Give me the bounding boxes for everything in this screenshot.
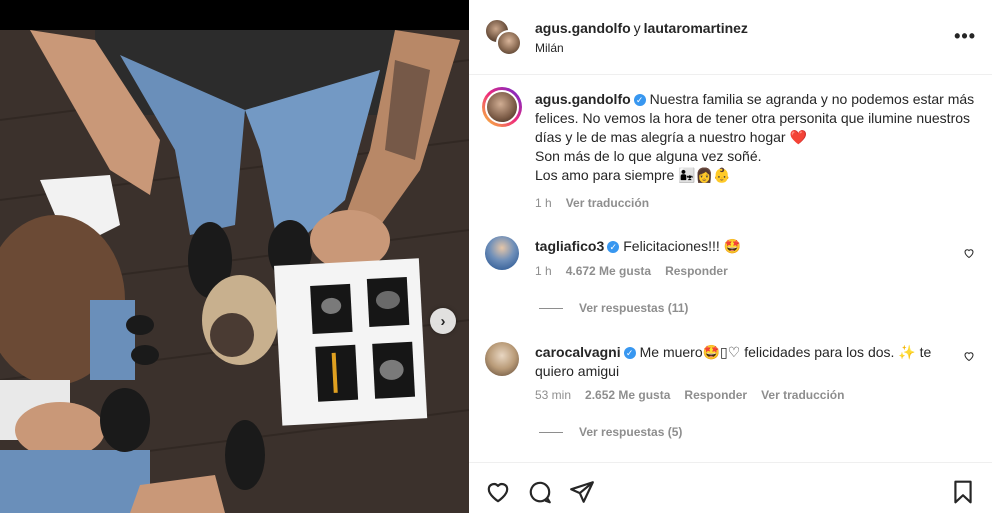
verified-icon: ✓ [633, 94, 646, 106]
header-usernames: agus.gandolfo y lautaromartinez [535, 20, 748, 36]
timestamp[interactable]: 1 h [535, 196, 552, 210]
avatar[interactable] [485, 236, 519, 270]
view-replies-label: Ver respuestas (5) [579, 425, 683, 439]
post-header: agus.gandolfo y lautaromartinez Milán ••• [469, 0, 992, 75]
caption-emojis: 👨‍👧👩👶 [678, 167, 731, 183]
likes-count[interactable]: 2.652 Me gusta [585, 388, 670, 402]
comment-body: Felicitaciones!!! 🤩 [623, 238, 742, 254]
chevron-right-icon: › [440, 312, 446, 330]
reply-button[interactable]: Responder [684, 388, 747, 402]
username-link[interactable]: agus.gandolfo [535, 91, 631, 107]
view-replies-button[interactable]: Ver respuestas (5) [539, 425, 682, 439]
reply-button[interactable]: Responder [665, 264, 728, 278]
post-photo[interactable]: › [0, 0, 469, 513]
translate-link[interactable]: Ver traducción [566, 196, 649, 210]
avatar [496, 30, 522, 56]
timestamp[interactable]: 53 min [535, 388, 571, 402]
bookmark-icon[interactable] [950, 479, 976, 505]
post-detail-panel: agus.gandolfo y lautaromartinez Milán ••• … [469, 0, 992, 513]
translate-link[interactable]: Ver traducción [761, 388, 844, 402]
timestamp[interactable]: 1 h [535, 264, 552, 278]
divider [539, 307, 563, 309]
avatar[interactable] [482, 87, 522, 127]
action-bar [469, 462, 992, 513]
like-comment-icon[interactable] [963, 350, 975, 362]
photo-illustration [0, 0, 469, 513]
like-comment-icon[interactable] [963, 247, 975, 259]
next-photo-button[interactable]: › [430, 308, 456, 334]
collab-avatars[interactable] [484, 18, 524, 58]
comment-text: carocalvagni ✓ Me muero🤩▯♡ felicidades par… [535, 343, 935, 381]
caption-line: Son más de lo que alguna vez soñé. [535, 148, 762, 164]
view-replies-label: Ver respuestas (11) [579, 301, 689, 315]
caption-meta: 1 h Ver traducción [535, 196, 663, 210]
comments-list[interactable]: agus.gandolfo ✓ Nuestra familia se agranda… [469, 76, 992, 461]
share-icon[interactable] [569, 479, 595, 505]
heart-icon[interactable] [485, 479, 511, 505]
likes-count[interactable]: 4.672 Me gusta [566, 264, 651, 278]
caption-text: agus.gandolfo ✓ Nuestra familia se agranda… [535, 90, 975, 185]
caption-line: Los amo para siempre [535, 167, 675, 183]
heart-emoji: ❤️ [789, 129, 807, 145]
more-icon[interactable]: ••• [954, 26, 976, 47]
and-text: y [633, 20, 641, 36]
comment-icon[interactable] [527, 479, 553, 505]
view-replies-button[interactable]: Ver respuestas (11) [539, 301, 688, 315]
username-link[interactable]: agus.gandolfo [535, 20, 631, 36]
username-link[interactable]: carocalvagni [535, 344, 621, 360]
username-link[interactable]: lautaromartinez [644, 20, 748, 36]
verified-icon: ✓ [623, 347, 636, 359]
verified-icon: ✓ [607, 241, 620, 253]
location-link[interactable]: Milán [535, 41, 564, 55]
comment-meta: 53 min 2.652 Me gusta Responder Ver traducc… [535, 388, 858, 402]
divider [539, 431, 563, 433]
comment-meta: 1 h 4.672 Me gusta Responder [535, 264, 742, 278]
avatar[interactable] [485, 342, 519, 376]
comment-text: tagliafico3 ✓ Felicitaciones!!! 🤩 [535, 237, 975, 256]
username-link[interactable]: tagliafico3 [535, 238, 604, 254]
